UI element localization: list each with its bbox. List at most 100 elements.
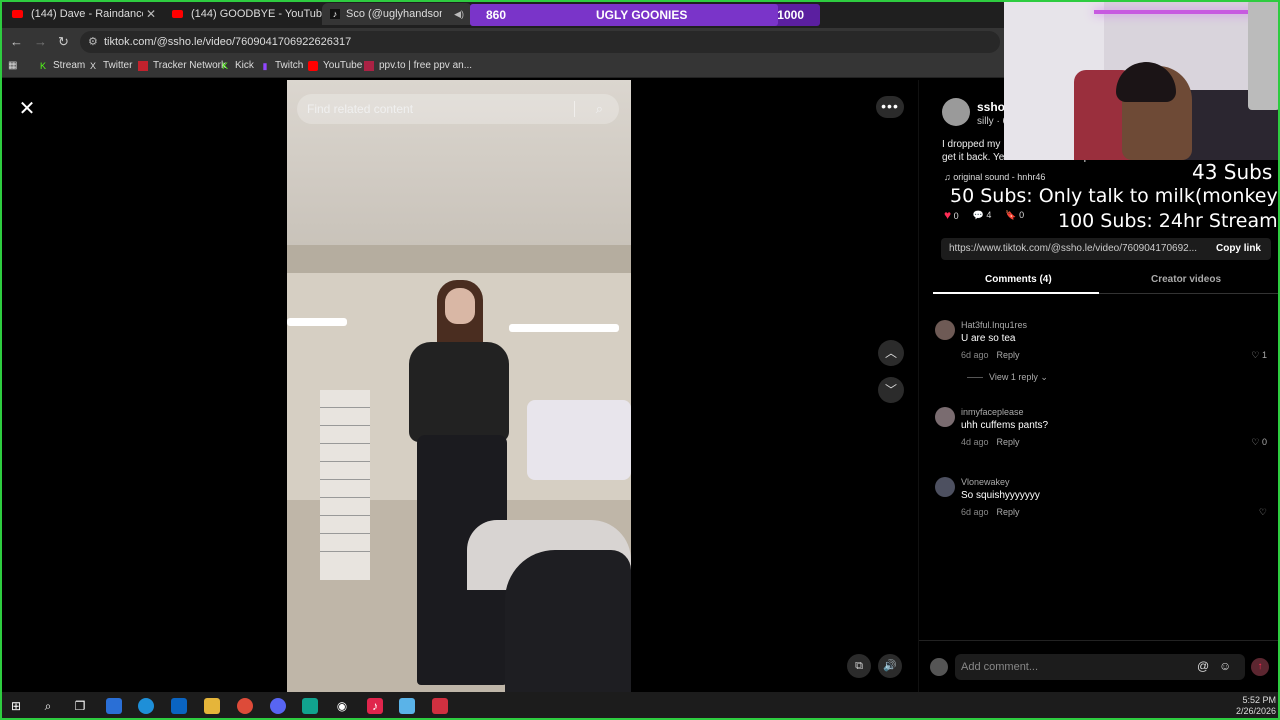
browser-tab-bar: (144) Dave - Raindance (ft. Tem ✕ (144) … [0,0,1004,28]
save-button[interactable]: 🔖 0 [1005,210,1024,221]
music-link[interactable]: ♫ original sound - hnhr46 [944,172,1045,182]
comment-icon: 💬 [972,209,984,220]
like-count: 0 [953,211,959,221]
commenter-avatar[interactable] [935,407,955,427]
app-icon[interactable] [399,698,415,714]
commenter-avatar[interactable] [935,320,955,340]
comment-text: uhh cuffems pants? [961,420,1049,431]
bookmark-ppv[interactable]: ppv.to | free ppv an... [364,60,472,71]
heart-outline-icon: ♡ [1251,350,1260,360]
comment-item: Vlonewakey So squishyyyyyyy 6d ago Reply … [933,477,1273,537]
site-info-icon[interactable]: ⚙ [88,31,98,53]
search-divider [574,101,575,117]
comment-time: 6d ago [961,507,989,517]
comment-like-button[interactable]: ♡ 0 [1251,437,1267,448]
reload-icon[interactable]: ↻ [58,34,69,50]
engagement-stats: ♥ 0 💬 4 🔖 0 [944,208,1024,222]
obs-icon[interactable]: ◉ [334,698,350,714]
goal-current: 860 [486,8,507,22]
view-replies-button[interactable]: View 1 reply ⌄ [967,372,1048,383]
speaker-icon: ◀) [454,8,464,19]
search-icon[interactable]: ⌕ [596,94,603,124]
tab-creator-videos[interactable]: Creator videos [1151,274,1221,285]
share-link-field[interactable]: https://www.tiktok.com/@ssho.le/video/76… [941,238,1271,260]
twitch-icon: ▮ [262,60,268,71]
tab-goodbye[interactable]: (144) GOODBYE - YouTube ✕ [164,3,338,25]
youtube-icon [172,10,183,18]
store-icon[interactable] [106,698,122,714]
copy-link-button[interactable]: Copy link [1216,238,1261,260]
tab-raindance[interactable]: (144) Dave - Raindance (ft. Tem ✕ [4,3,164,25]
ppv-icon [364,60,374,71]
more-options-button[interactable]: ••• [876,96,904,118]
edge-icon[interactable] [138,698,154,714]
reply-button[interactable]: Reply [997,507,1020,517]
search-icon[interactable]: ⌕ [40,698,56,714]
tiktok-page: ✕ Find related content ⌕ ••• ︿ ﹀ ⧉ 🔊 ssh… [0,80,1280,692]
address-bar-row: ← → ↻ ⚙ tiktok.com/@ssho.le/video/760904… [0,28,1004,56]
like-button[interactable]: ♥ 0 [944,208,959,222]
emoji-icon[interactable]: ☺ [1219,659,1231,673]
kick-icon: K [39,60,46,71]
bookmark-label: Stream [53,60,86,71]
forward-icon[interactable]: → [34,34,47,49]
comment-meta: 4d ago Reply [961,437,1020,447]
share-link-text: https://www.tiktok.com/@ssho.le/video/76… [949,243,1198,254]
bookmark-stream[interactable]: K Stream [38,60,85,71]
tab-comments[interactable]: Comments (4) [985,274,1052,285]
webcam-microphone [1248,0,1280,110]
tab-tiktok[interactable]: ♪ Sco (@uglyhandsome) | Tik ◀) [322,3,472,25]
next-video-button[interactable]: ﹀ [878,377,904,403]
previous-video-button[interactable]: ︿ [878,340,904,366]
bookmark-youtube[interactable]: YouTube [308,60,362,71]
close-video-button[interactable]: ✕ [16,98,38,120]
back-icon[interactable]: ← [10,34,23,49]
commenter-name[interactable]: inmyfaceplease [961,407,1024,417]
clock-date: 2/26/2026 [1235,706,1276,716]
video-player[interactable]: Find related content ⌕ [287,80,631,692]
chrome-icon[interactable] [237,698,253,714]
reply-button[interactable]: Reply [997,350,1020,360]
sub-count-overlay: 43 Subs [1192,160,1273,184]
comment-time: 6d ago [961,350,989,360]
comment-like-button[interactable]: ♡ [1259,507,1267,518]
close-icon[interactable]: ✕ [146,7,156,21]
add-comment-bar: Add comment... @ ☺ ↑ [919,640,1280,692]
post-comment-button[interactable]: ↑ [1251,658,1269,676]
comment-meta: 6d ago Reply [961,350,1020,360]
tab-title: (144) GOODBYE - YouTube [191,8,329,20]
discord-icon[interactable] [270,698,286,714]
apps-icon[interactable]: ▦ [8,60,17,71]
related-search-input[interactable]: Find related content ⌕ [297,94,619,124]
volume-icon[interactable]: 🔊 [878,654,902,678]
comment-button[interactable]: 💬 4 [973,210,992,221]
pip-icon[interactable]: ⧉ [847,654,871,678]
commenter-name[interactable]: Hat3ful.Inqu1res [961,320,1027,330]
creator-name[interactable]: ssho [977,100,1005,114]
windows-start-icon[interactable]: ⊞ [8,698,24,714]
commenter-name[interactable]: Vlonewakey [961,477,1010,487]
comment-like-button[interactable]: ♡ 1 [1251,350,1267,361]
app-icon[interactable] [302,698,318,714]
url-field[interactable]: ⚙ tiktok.com/@ssho.le/video/760904170692… [80,31,1000,53]
bookmark-tracker[interactable]: Tracker Network [138,60,226,71]
creator-avatar[interactable] [942,98,970,126]
webcam-overlay [1004,0,1280,160]
music-app-icon[interactable]: ♪ [367,698,383,714]
tracker-icon [138,60,148,71]
app-icon[interactable] [432,698,448,714]
commenter-avatar[interactable] [935,477,955,497]
bookmark-kick[interactable]: K Kick [220,60,254,71]
tiktok-icon: ♪ [330,9,340,19]
music-note-icon: ♫ [944,172,951,182]
x-icon: X [89,60,96,71]
video-frame-body [409,342,509,442]
mail-icon[interactable] [171,698,187,714]
system-clock[interactable]: 5:52 PM 2/26/2026 [1236,695,1276,717]
bookmark-twitter[interactable]: X Twitter [88,60,132,71]
file-explorer-icon[interactable] [204,698,220,714]
bookmark-twitch[interactable]: ▮ Twitch [260,60,304,71]
reply-button[interactable]: Reply [997,437,1020,447]
mention-icon[interactable]: @ [1197,659,1209,673]
task-view-icon[interactable]: ❐ [72,698,88,714]
